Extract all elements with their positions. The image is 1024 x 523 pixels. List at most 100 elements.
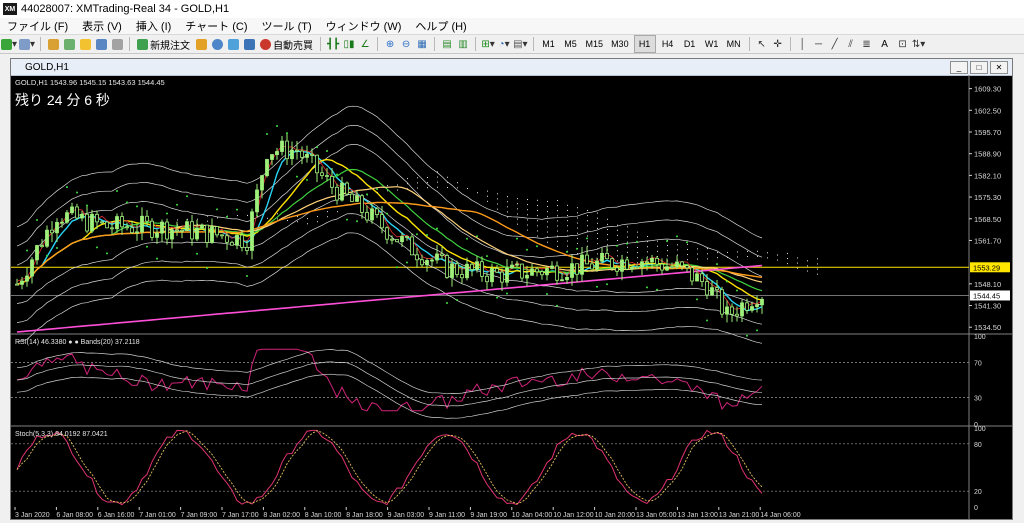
indicators-button[interactable]: ⊞ ▾ xyxy=(481,36,495,52)
fibonacci-button[interactable]: ≣ xyxy=(860,36,874,52)
tile-windows-button[interactable]: ▦ xyxy=(415,36,429,52)
ichimoku-cloud-dot xyxy=(797,262,798,264)
candle-body xyxy=(245,247,249,251)
menu-chart[interactable]: チャート (C) xyxy=(178,18,254,34)
candle-body xyxy=(640,261,644,268)
timeframe-mn[interactable]: MN xyxy=(724,36,744,52)
ichimoku-cloud-dot xyxy=(547,211,548,213)
ichimoku-cloud-dot xyxy=(597,222,598,224)
market-watch-button[interactable] xyxy=(46,36,60,52)
navigator-button[interactable] xyxy=(78,36,92,52)
zoom-in-button[interactable]: ⊕ xyxy=(383,36,397,52)
zoom-out-button[interactable]: ⊖ xyxy=(399,36,413,52)
candle-body xyxy=(280,140,284,152)
ichimoku-cloud-dot xyxy=(597,212,598,214)
candle-body xyxy=(485,275,489,283)
candle-body xyxy=(100,221,104,224)
candle-body xyxy=(515,263,519,266)
price-axis-label: 1568.50 xyxy=(974,215,1001,224)
metaeditor-button[interactable] xyxy=(194,36,208,52)
candle-body xyxy=(525,274,529,279)
ichimoku-cloud-dot xyxy=(607,228,608,230)
ichimoku-cloud-dot xyxy=(617,224,618,226)
crosshair-icon: ✛ xyxy=(773,38,782,50)
new-chart-button[interactable]: ▾ xyxy=(1,36,17,52)
timeframe-h1[interactable]: H1 xyxy=(633,35,656,53)
vps-button[interactable] xyxy=(242,36,256,52)
auto-trading-button[interactable]: 自動売買 xyxy=(258,36,315,52)
signals-button[interactable] xyxy=(210,36,224,52)
ichimoku-cloud-dot xyxy=(757,250,758,252)
menu-file[interactable]: ファイル (F) xyxy=(0,18,75,34)
ichimoku-cloud-dot xyxy=(197,218,198,220)
vertical-line-button[interactable]: │ xyxy=(796,36,810,52)
candle-body xyxy=(625,259,629,270)
price-axis-label: 1609.30 xyxy=(974,85,1001,94)
timeframe-h4[interactable]: H4 xyxy=(658,36,678,52)
candlestick-button[interactable]: ▯▮ xyxy=(342,36,356,52)
templates-button[interactable]: ▤ ▾ xyxy=(513,36,527,52)
maximize-button[interactable]: □ xyxy=(970,61,988,74)
chart-window[interactable]: GOLD,H1 _ □ ✕ 1609.30 1602.50 1595.70 1588.… xyxy=(10,58,1013,520)
new-order-button[interactable]: 新規注文 xyxy=(135,36,192,52)
candle-body xyxy=(570,263,574,278)
menu-view[interactable]: 表示 (V) xyxy=(75,18,129,34)
timeframe-m1[interactable]: M1 xyxy=(539,36,559,52)
bag-icon xyxy=(227,38,239,50)
chart-canvas[interactable]: 1609.30 1602.50 1595.70 1588.90 1582.10 1575.… xyxy=(11,75,1012,519)
candle-body xyxy=(340,182,344,201)
time-axis-label: 10 Jan 12:00 xyxy=(553,512,594,519)
ma-orange-line xyxy=(16,201,763,286)
sar-dot xyxy=(736,289,738,292)
horizontal-line-button[interactable]: ─ xyxy=(812,36,826,52)
profiles-button[interactable]: ▾ xyxy=(19,36,35,52)
timeframe-w1[interactable]: W1 xyxy=(702,36,722,52)
periods-button[interactable]: ◔ ▾ xyxy=(497,36,511,52)
candle-body xyxy=(685,265,689,269)
minimize-button[interactable]: _ xyxy=(950,61,968,74)
sar-dot xyxy=(436,227,438,230)
line-chart-button[interactable]: ∠ xyxy=(358,36,372,52)
menu-bar: ファイル (F) 表示 (V) 挿入 (I) チャート (C) ツール (T) … xyxy=(0,18,1024,34)
cursor-tool-button[interactable]: ↖ xyxy=(755,36,769,52)
close-button[interactable]: ✕ xyxy=(990,61,1008,74)
menu-window[interactable]: ウィンドウ (W) xyxy=(319,18,409,34)
rsi-axis-label: 100 xyxy=(974,334,986,341)
candle-body xyxy=(505,267,509,283)
text-tool-button[interactable]: A xyxy=(876,36,894,52)
ichimoku-cloud-dot xyxy=(637,252,638,254)
candle-body xyxy=(170,229,174,240)
candle-body xyxy=(300,150,304,158)
sar-dot xyxy=(556,304,558,307)
market-button[interactable] xyxy=(226,36,240,52)
sar-dot xyxy=(536,245,538,248)
ichimoku-cloud-dot xyxy=(337,211,338,213)
menu-help[interactable]: ヘルプ (H) xyxy=(408,18,473,34)
trendline-button[interactable]: ╱ xyxy=(828,36,842,52)
timeframe-m15[interactable]: M15 xyxy=(583,36,607,52)
timeframe-d1[interactable]: D1 xyxy=(680,36,700,52)
ichimoku-cloud-dot xyxy=(497,208,498,210)
arrows-button[interactable]: ⇅ ▾ xyxy=(912,36,926,52)
timeframe-m30[interactable]: M30 xyxy=(608,36,632,52)
menu-tools[interactable]: ツール (T) xyxy=(255,18,319,34)
text-label-button[interactable]: ⊡ xyxy=(896,36,910,52)
ichimoku-cloud-dot xyxy=(557,225,558,227)
bar-chart-button[interactable]: ┫┣ xyxy=(326,36,340,52)
tester-button[interactable] xyxy=(110,36,124,52)
candle-body xyxy=(95,213,99,223)
rsi-axis-label: 30 xyxy=(974,396,982,403)
auto-scroll-button[interactable]: ▤ xyxy=(440,36,454,52)
candle-body xyxy=(80,213,84,219)
terminal-button[interactable] xyxy=(94,36,108,52)
chart-shift-button[interactable]: ▥ xyxy=(456,36,470,52)
channel-button[interactable]: ⫽ xyxy=(844,36,858,52)
timeframe-m5[interactable]: M5 xyxy=(561,36,581,52)
data-window-button[interactable] xyxy=(62,36,76,52)
crosshair-tool-button[interactable]: ✛ xyxy=(771,36,785,52)
candle-body xyxy=(440,253,444,256)
sar-dot xyxy=(116,190,118,193)
sar-dot xyxy=(496,296,498,299)
menu-insert[interactable]: 挿入 (I) xyxy=(129,18,178,34)
ichimoku-cloud-dot xyxy=(547,231,548,233)
